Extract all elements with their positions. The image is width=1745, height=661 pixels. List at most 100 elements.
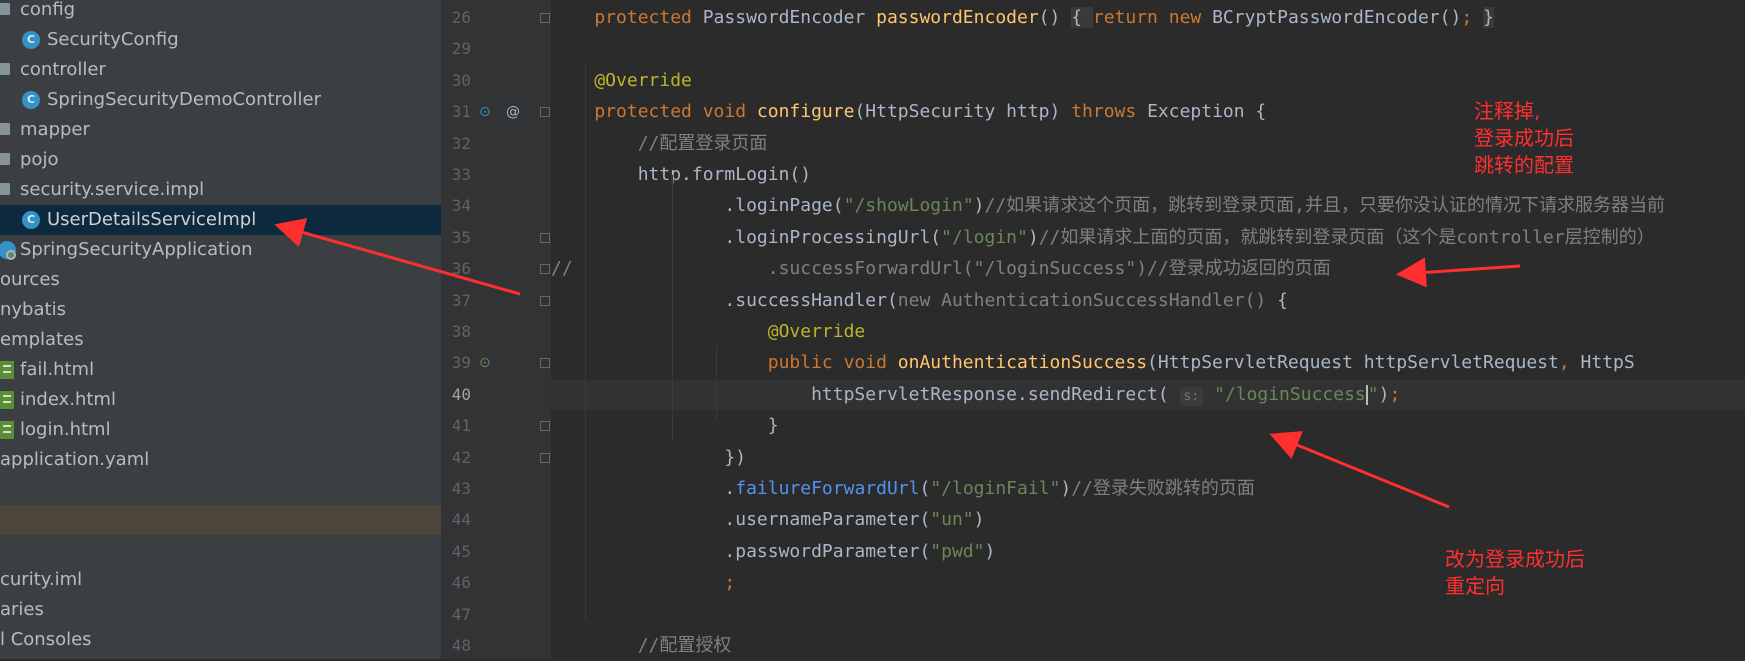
line-number: 29 bbox=[451, 39, 471, 59]
line-number: 37 bbox=[451, 290, 471, 310]
tree-item[interactable]: C SpringSecurityDemoController bbox=[0, 85, 441, 115]
line-number: 41 bbox=[451, 416, 471, 436]
tree-item[interactable] bbox=[0, 535, 441, 565]
tree-item[interactable]: security.service.impl bbox=[0, 175, 441, 205]
spring-app-class-icon bbox=[0, 241, 16, 260]
code-token: configure bbox=[756, 101, 855, 123]
fold-marker-icon[interactable] bbox=[540, 358, 550, 369]
code-token: HttpS bbox=[1580, 352, 1635, 374]
tree-item-label: SecurityConfig bbox=[47, 29, 179, 50]
annotation-marker-icon[interactable]: @ bbox=[506, 97, 520, 127]
code-token: http.formLogin() bbox=[551, 164, 812, 185]
code-token: } bbox=[1483, 7, 1494, 28]
line-number: 47 bbox=[451, 604, 471, 624]
tree-item-label: SpringSecurityApplication bbox=[20, 239, 253, 260]
tree-item[interactable]: SpringSecurityApplication bbox=[0, 235, 441, 265]
code-token: " bbox=[1367, 383, 1379, 405]
code-line[interactable]: .usernameParameter("un") bbox=[551, 505, 1745, 535]
code-token: ; bbox=[551, 572, 736, 594]
code-token: "/loginFail" bbox=[930, 478, 1061, 499]
code-line[interactable]: // .successForwardUrl("/loginSuccess")//… bbox=[551, 254, 1745, 284]
code-token: , bbox=[1558, 352, 1581, 374]
indent-guide bbox=[672, 175, 673, 440]
code-token: @Override bbox=[551, 321, 866, 342]
line-number: 44 bbox=[451, 510, 471, 530]
tree-item[interactable]: pojo bbox=[0, 145, 441, 175]
tree-item[interactable]: index.html bbox=[0, 385, 441, 415]
code-line[interactable]: .loginProcessingUrl("/login")//如果请求上面的页面… bbox=[551, 223, 1745, 253]
tree-item-label: ources bbox=[0, 269, 60, 290]
java-class-icon: C bbox=[22, 31, 40, 49]
code-token: return new bbox=[1092, 7, 1213, 28]
code-token: { bbox=[1071, 7, 1093, 28]
line-number: 46 bbox=[451, 573, 471, 593]
code-token: ) bbox=[1060, 478, 1072, 499]
tree-item[interactable]: login.html bbox=[0, 415, 441, 445]
tree-item[interactable]: C UserDetailsServiceImpl bbox=[0, 205, 441, 235]
code-token: PasswordEncoder bbox=[702, 7, 877, 28]
code-line[interactable]: .successHandler(new AuthenticationSucces… bbox=[551, 286, 1745, 316]
code-token: ; bbox=[1461, 7, 1484, 28]
code-token: "/showLogin" bbox=[843, 195, 974, 217]
line-number: 26 bbox=[451, 8, 471, 27]
tree-item[interactable]: aries bbox=[0, 595, 441, 625]
code-token: }) bbox=[551, 446, 747, 468]
fold-marker-icon[interactable] bbox=[540, 232, 550, 243]
code-line[interactable]: protected PasswordEncoder passwordEncode… bbox=[551, 3, 1745, 33]
code-token: "/loginSuccess bbox=[1203, 383, 1366, 405]
code-line[interactable]: public void onAuthenticationSuccess(Http… bbox=[551, 348, 1745, 378]
code-line[interactable]: }) bbox=[551, 443, 1745, 473]
tree-item[interactable]: curity.iml bbox=[0, 565, 441, 595]
override-marker-icon[interactable]: ⊙ bbox=[479, 97, 491, 127]
tree-item-label: l Consoles bbox=[0, 629, 92, 650]
code-line[interactable]: //配置授权 bbox=[551, 631, 1745, 659]
fold-marker-icon[interactable] bbox=[540, 421, 550, 432]
tree-item[interactable] bbox=[0, 475, 441, 505]
code-token: "pwd" bbox=[930, 540, 985, 562]
tree-item[interactable]: controller bbox=[0, 55, 441, 85]
line-number: 42 bbox=[451, 447, 471, 467]
fold-marker-icon[interactable] bbox=[540, 452, 550, 463]
tree-item[interactable]: l Consoles bbox=[0, 625, 441, 655]
code-line[interactable] bbox=[551, 34, 1745, 64]
project-tree: config C SecurityConfig controller C SpringSe… bbox=[0, 0, 441, 659]
code-line[interactable]: } bbox=[551, 411, 1745, 441]
tree-item[interactable]: nybatis bbox=[0, 295, 441, 325]
tree-item-label: application.yaml bbox=[0, 449, 150, 470]
code-token: // .successForwardUrl("/loginSuccess")//… bbox=[551, 258, 1331, 280]
code-token: protected void bbox=[551, 101, 757, 123]
tree-item[interactable]: ources bbox=[0, 265, 441, 295]
tree-item-label: SpringSecurityDemoController bbox=[47, 89, 322, 110]
tree-item-label: aries bbox=[0, 599, 44, 620]
tree-item[interactable]: mapper bbox=[0, 115, 441, 145]
tree-item[interactable]: config bbox=[0, 0, 441, 25]
tree-item[interactable]: fail.html bbox=[0, 355, 441, 385]
implements-marker-icon[interactable]: ⊙ bbox=[479, 348, 491, 378]
tree-item[interactable]: emplates bbox=[0, 325, 441, 355]
line-number: 43 bbox=[451, 479, 471, 498]
code-line[interactable]: .failureForwardUrl("/loginFail")//登录失败跳转… bbox=[551, 474, 1745, 504]
code-line[interactable]: .loginPage("/showLogin")//如果请求这个页面，跳转到登录… bbox=[551, 191, 1745, 221]
fold-marker-icon[interactable] bbox=[540, 295, 550, 306]
code-token: .loginProcessingUrl( bbox=[551, 226, 942, 248]
fold-marker-icon[interactable] bbox=[540, 13, 550, 23]
folder-icon bbox=[0, 63, 10, 75]
fold-marker-icon[interactable] bbox=[540, 107, 550, 118]
code-line[interactable]: httpServletResponse.sendRedirect( s: "/l… bbox=[551, 379, 1745, 410]
code-token: //登录失败跳转的页面 bbox=[1071, 478, 1255, 499]
java-class-icon: C bbox=[22, 211, 40, 229]
code-token: . bbox=[551, 478, 736, 499]
tree-item[interactable]: application.yaml bbox=[0, 445, 441, 475]
code-token: onAuthenticationSuccess bbox=[897, 352, 1148, 374]
code-line[interactable] bbox=[551, 600, 1745, 630]
tree-item[interactable]: C SecurityConfig bbox=[0, 25, 441, 55]
fold-marker-icon[interactable] bbox=[540, 264, 550, 275]
tree-item-label: curity.iml bbox=[0, 569, 83, 590]
code-token: Exception { bbox=[1147, 101, 1267, 123]
html-file-icon bbox=[0, 421, 14, 439]
tree-item[interactable] bbox=[0, 505, 441, 535]
code-token: //如果请求上面的页面，就跳转到登录页面（这个是controller层控制的） bbox=[1038, 226, 1655, 248]
code-line[interactable]: @Override bbox=[551, 66, 1745, 96]
code-token: httpServletResponse.sendRedirect( bbox=[551, 383, 1180, 405]
code-line[interactable]: @Override bbox=[551, 317, 1745, 347]
